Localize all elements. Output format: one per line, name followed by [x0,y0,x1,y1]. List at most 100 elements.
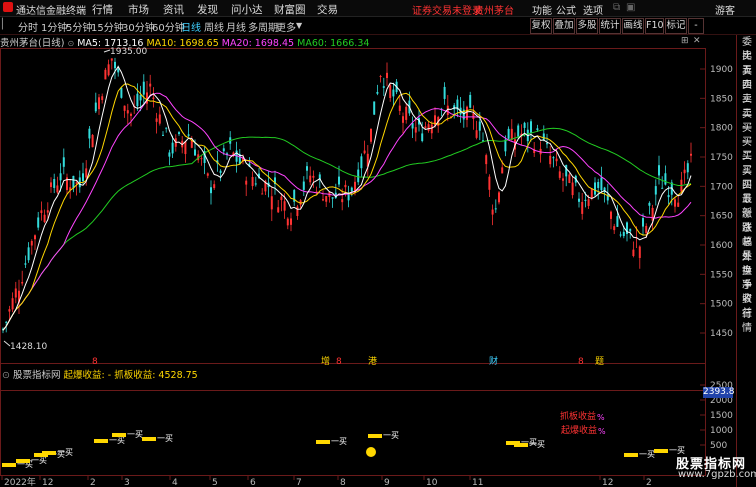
candle-body [155,118,158,122]
price-tick-label: 1750 [710,153,733,163]
candle-body [645,225,648,234]
indicator-dot-icon[interactable]: ⊙ [2,370,10,381]
candle-body [50,182,52,188]
candle-body [251,176,254,187]
menu-wealth[interactable]: 财富圈 [274,2,306,17]
candle-body [85,168,88,178]
tab-monthly[interactable]: 月线 [226,19,246,34]
candle-body [322,199,324,201]
candle-body [475,130,478,138]
tab-5min[interactable]: 5分钟 [66,19,92,34]
candle-body [62,157,65,167]
signal-bar [514,443,528,447]
candle-body [27,247,30,261]
tab-daily[interactable]: 日线 [181,19,201,34]
candle-body [667,195,670,198]
candle-body [152,97,155,99]
candle-body [498,192,500,203]
candle-body [59,173,62,181]
candle-body [261,193,264,195]
menu-market[interactable]: 市场 [128,2,149,17]
candle-body [558,171,561,178]
candle-body [213,184,216,189]
candle-body [206,173,209,176]
signal-bar [16,459,30,463]
candle-body [30,241,33,246]
candle-body [123,105,126,111]
candle-body [117,68,120,73]
menu-news[interactable]: 资讯 [163,2,184,17]
candle-body [654,186,657,195]
tab-draw[interactable]: 画线 [622,18,644,34]
indicator-name[interactable]: 股票指标网 [13,370,61,381]
candle-body [443,86,446,99]
menu-trade[interactable]: 交易 [317,2,338,17]
price-axis: 1900 1850 1800 1750 1700 1650 1600 1550 1500 1450 [700,65,733,339]
event-marker: 题 [595,356,604,367]
tab-1min[interactable]: 1分钟 [41,19,67,34]
chart-canvas[interactable]: 1900 1850 1800 1750 1700 1650 1600 1550 1500 1450… [0,35,735,487]
candle-body [331,197,334,199]
signal-label: 一买 [331,437,347,446]
candle-body [472,113,475,119]
candle-body [149,83,152,87]
candle-body [565,164,568,177]
candle-body [8,309,11,312]
candle-body [517,125,520,137]
candle-body [619,234,622,236]
candle-body [568,174,571,183]
candle-body [542,133,545,140]
tab-overlay[interactable]: 叠加 [553,18,575,34]
tab-multi-period[interactable]: 多周期 [248,19,278,34]
time-tick-label: 3 [124,478,130,487]
tab-weekly[interactable]: 周线 [204,19,224,34]
candle-body [382,86,385,88]
tab-f10[interactable]: F10 [645,18,664,34]
legend-grab-unit: % [597,413,605,422]
menu-options[interactable]: 选项 [583,2,603,17]
candle-body [597,182,600,188]
candle-body [162,134,164,136]
time-tick-label: 6 [250,478,256,487]
menu-ask[interactable]: 问小达 [231,2,263,17]
menu-function[interactable]: 功能 [532,2,552,17]
candle-body [379,76,382,78]
tab-minus[interactable]: - [688,18,704,34]
candle-body [306,166,308,171]
menu-formula[interactable]: 公式 [556,2,576,17]
more-chevron-icon[interactable]: ▼ [296,21,302,30]
tab-mark[interactable]: 标记 [665,18,687,34]
tab-stats[interactable]: 统计 [599,18,621,34]
tab-15min[interactable]: 15分钟 [91,19,124,34]
tab-multi-stock[interactable]: 多股 [576,18,598,34]
menu-discover[interactable]: 发现 [197,2,218,17]
user-label[interactable]: 游客 [715,2,735,17]
restore-icon[interactable]: ⧉ [613,2,620,13]
candle-body [222,148,225,152]
tab-more[interactable]: 更多 [276,19,296,34]
tab-timeshare[interactable]: 分时 [18,19,38,34]
candle-body [571,182,574,196]
candle-body [290,218,292,225]
time-tick-label: 2022年 [4,476,36,487]
candle-body [610,211,612,219]
candle-body [245,180,248,185]
login-warning[interactable]: 证券交易未登录 [412,2,482,17]
signal-bar [316,440,330,444]
candle-body [421,133,424,142]
menu-quotes[interactable]: 行情 [92,2,113,17]
candle-body [549,155,552,165]
tab-60min[interactable]: 60分钟 [152,19,185,34]
event-markers[interactable]: 8增8港财8题 [92,355,604,367]
indicator-tick-label: 1000 [710,426,733,436]
price-tick-label: 1450 [710,329,733,339]
event-marker: 8 [92,357,98,367]
signal-bar [142,437,156,441]
candle-body [178,132,180,134]
tab-30min[interactable]: 30分钟 [122,19,155,34]
candle-body [142,81,145,95]
event-marker: 8 [578,357,584,367]
tab-adjust[interactable]: 复权 [530,18,552,34]
menu-grid-icon[interactable]: ▣ [626,2,635,13]
candle-body [578,198,580,202]
